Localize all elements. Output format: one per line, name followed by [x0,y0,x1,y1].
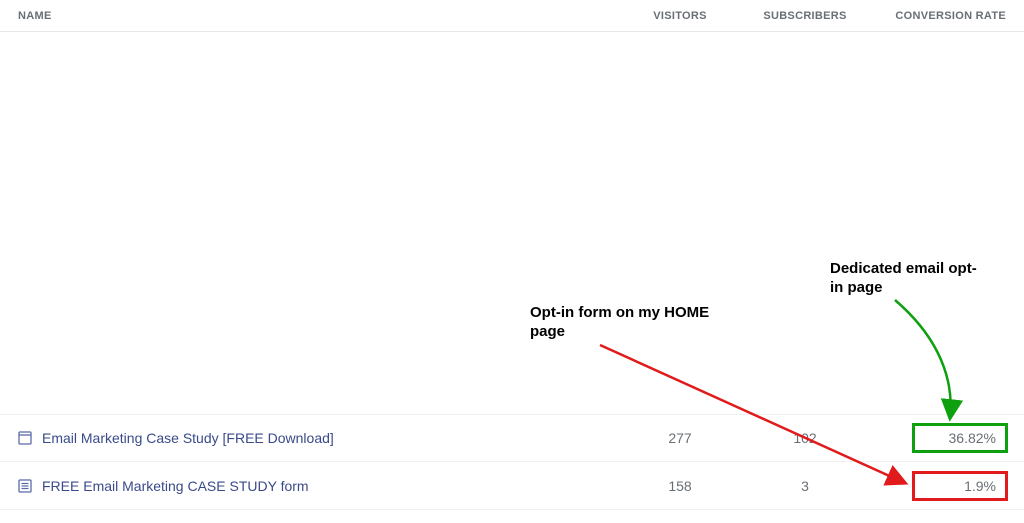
annotation-opt-in-home: Opt-in form on my HOME page [530,304,720,342]
column-header-conversion-rate[interactable]: CONVERSION RATE [870,10,1024,22]
visitors-value: 277 [620,430,740,446]
column-header-subscribers[interactable]: SUBSCRIBERS [740,10,870,22]
subscribers-value: 102 [740,430,870,446]
visitors-value: 158 [620,478,740,494]
annotation-dedicated-page: Dedicated email opt-in page [830,260,990,298]
table-header: NAME VISITORS SUBSCRIBERS CONVERSION RAT… [0,0,1024,32]
form-name-link[interactable]: Email Marketing Case Study [FREE Downloa… [42,430,334,446]
table-row: FREE Email Marketing CASE STUDY form 158… [0,462,1024,510]
form-name-link[interactable]: FREE Email Marketing CASE STUDY form [42,478,309,494]
column-header-name[interactable]: NAME [0,10,620,22]
page-icon [18,431,32,445]
subscribers-value: 3 [740,478,870,494]
form-icon [18,479,32,493]
column-header-visitors[interactable]: VISITORS [620,10,740,22]
table-row: Email Marketing Case Study [FREE Downloa… [0,414,1024,462]
conversion-rate-value: 36.82% [870,430,1024,446]
conversion-rate-value: 1.9% [870,478,1024,494]
